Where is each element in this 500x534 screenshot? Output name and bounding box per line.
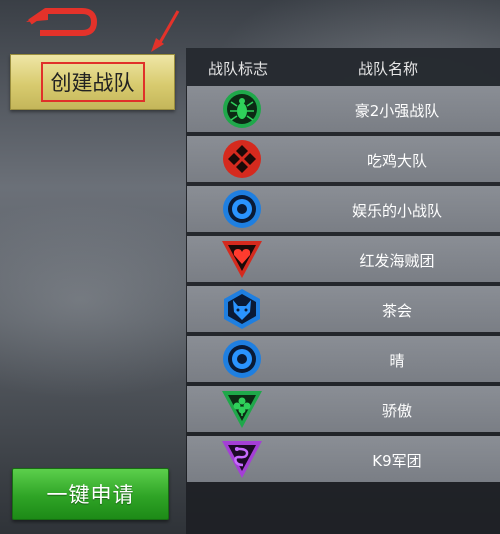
- create-team-label: 创建战队: [40, 62, 145, 102]
- create-team-button[interactable]: 创建战队: [10, 54, 175, 110]
- team-row[interactable]: 娱乐的小战队: [187, 186, 500, 232]
- ring-icon: [223, 190, 261, 228]
- team-row[interactable]: 豪2小强战队: [187, 86, 500, 132]
- team-list-panel: 战队标志 战队名称 豪2小强战队 吃鸡大队 娱乐的小战队 红发海贼团 茶会 晴 …: [186, 48, 500, 534]
- one-click-apply-label: 一键申请: [46, 483, 135, 507]
- team-row[interactable]: 吃鸡大队: [187, 136, 500, 182]
- header-emblem: 战队标志: [208, 60, 269, 78]
- team-name: 娱乐的小战队: [351, 202, 442, 220]
- team-name: 晴: [389, 352, 405, 370]
- clover-icon: [222, 391, 262, 428]
- team-row[interactable]: 晴: [187, 336, 500, 382]
- team-list-header: 战队标志 战队名称: [186, 48, 500, 86]
- team-row[interactable]: 茶会: [187, 286, 500, 332]
- heart-icon: [222, 241, 262, 278]
- team-row[interactable]: 红发海贼团: [187, 236, 500, 282]
- team-name: 骄傲: [381, 402, 412, 420]
- diamond-pattern-icon: [223, 140, 261, 178]
- team-name: 茶会: [381, 302, 412, 320]
- header-name: 战队名称: [358, 60, 419, 78]
- team-name: K9军团: [372, 452, 422, 470]
- cockroach-icon: [223, 90, 261, 128]
- one-click-apply-button[interactable]: 一键申请: [12, 468, 169, 520]
- ring-icon: [223, 340, 261, 378]
- wolf-icon: [224, 289, 260, 329]
- back-arrow-icon[interactable]: [20, 6, 100, 38]
- team-row[interactable]: 骄傲: [187, 386, 500, 432]
- snake-icon: [222, 441, 262, 478]
- annotation-arrow-icon: [151, 10, 180, 52]
- team-row[interactable]: K9军团: [187, 436, 500, 482]
- team-name: 吃鸡大队: [366, 152, 427, 170]
- team-name: 豪2小强战队: [354, 102, 440, 120]
- team-name: 红发海贼团: [359, 252, 435, 270]
